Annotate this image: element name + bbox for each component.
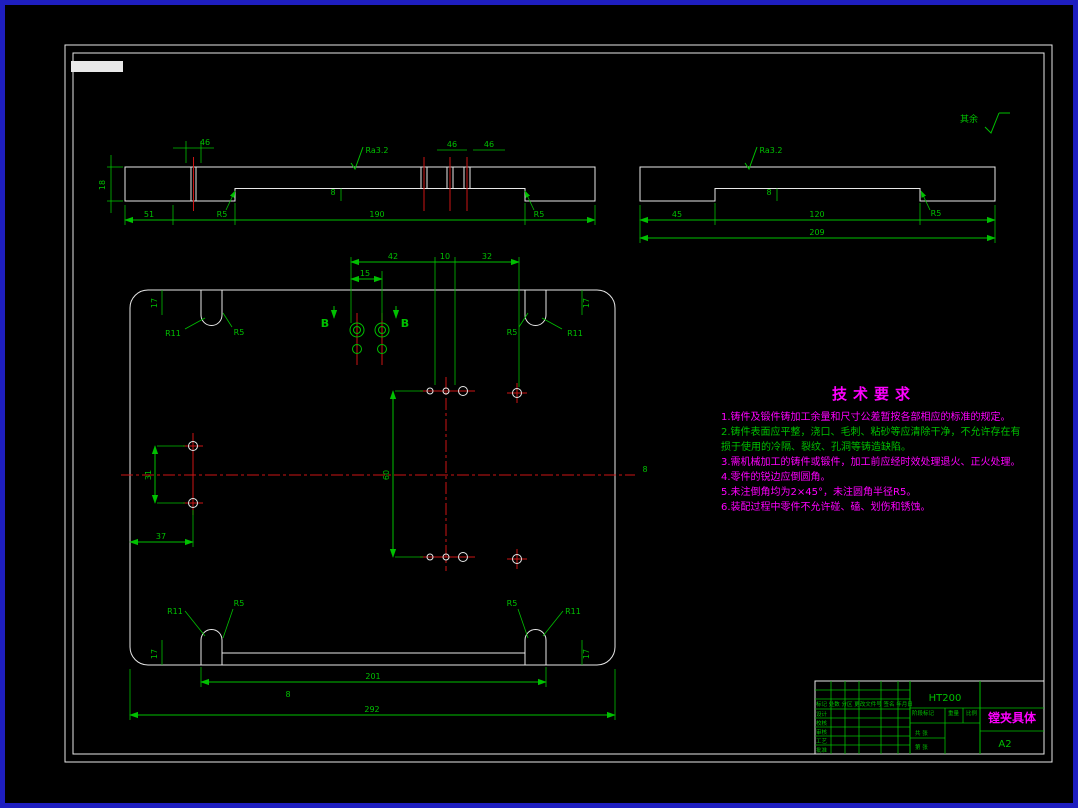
section-mark-label: B bbox=[321, 317, 329, 330]
corner-notch bbox=[200, 290, 223, 326]
sheet-size-label: A2 bbox=[998, 739, 1011, 750]
titleblock-cell-label: 阶段标记 bbox=[912, 709, 935, 717]
section-view-right: Ra3.2 8 45 120 R5 209 bbox=[639, 146, 996, 243]
sheet-corner-tag bbox=[71, 61, 123, 72]
dim-label: 51 bbox=[144, 210, 154, 219]
tech-requirement-item: 3.需机械加工的铸件或锻件，加工前应经时效处理退火、正火处理。 bbox=[721, 457, 1021, 468]
dim-label: 292 bbox=[364, 705, 379, 714]
tech-requirement-item: 5.未注倒角均为2×45°，未注圆角半径R5。 bbox=[721, 487, 917, 498]
plan-bottom-dims: 201 292 8 bbox=[129, 667, 616, 720]
titleblock-cell-label: 共 张 bbox=[915, 729, 928, 737]
corner-notch bbox=[524, 290, 547, 326]
surface-finish-icon bbox=[984, 112, 1010, 134]
roughness-icon bbox=[350, 146, 364, 171]
dim-label: 8 bbox=[330, 188, 335, 197]
dim-label: 10 bbox=[440, 252, 450, 261]
dim-label: 17 bbox=[150, 298, 159, 308]
radius-label: R11 bbox=[565, 607, 581, 616]
technical-requirements: 技术要求 1.铸件及锻件铸加工余量和尺寸公差暂按各部相应的标准的规定。 2.铸件… bbox=[721, 383, 1027, 515]
radius-label: R5 bbox=[234, 599, 245, 608]
dim-label: 201 bbox=[365, 672, 380, 681]
dim-label: 18 bbox=[98, 180, 107, 190]
titleblock-cell-label: 批准 bbox=[816, 746, 828, 754]
section-mark-label: B bbox=[401, 317, 409, 330]
dim-label: 17 bbox=[582, 649, 591, 659]
cad-sheet-viewer: 其余 46 46 46 Ra3.2 18 8 51 190 R5 R5 Ra3.… bbox=[0, 0, 1078, 808]
fillet-label: R5 bbox=[931, 209, 942, 218]
tech-requirement-item: 1.铸件及锻件铸加工余量和尺寸公差暂按各部相应的标准的规定。 bbox=[721, 412, 1011, 423]
radius-label: R11 bbox=[167, 607, 183, 616]
titleblock-cell-label: 校核 bbox=[816, 719, 828, 727]
surface-finish-note: 其余 bbox=[960, 112, 1010, 134]
fillet-label: R5 bbox=[534, 210, 545, 219]
dim-label: 190 bbox=[369, 210, 384, 219]
notch-depth-dims: 17 17 17 17 bbox=[150, 290, 591, 665]
tech-requirement-item: 4.零件的锐边应倒圆角。 bbox=[721, 472, 831, 483]
dim-label: 15 bbox=[360, 269, 370, 278]
dim-label: 17 bbox=[582, 298, 591, 308]
radius-label: R5 bbox=[234, 328, 245, 337]
section-view-left: 46 46 46 Ra3.2 18 8 51 190 R5 R5 bbox=[98, 138, 596, 225]
roughness-icon bbox=[744, 146, 758, 171]
roughness-label: Ra3.2 bbox=[365, 146, 388, 155]
dim-label: 46 bbox=[447, 140, 457, 149]
plan-mid-dims: 60 31 37 bbox=[129, 390, 423, 558]
dim-label: 8 bbox=[766, 188, 771, 197]
plan-outline bbox=[129, 289, 616, 666]
part-name: 镗夹具体 bbox=[988, 710, 1037, 725]
fillet-label: R5 bbox=[217, 210, 228, 219]
section-right-dims: Ra3.2 8 45 120 R5 209 bbox=[639, 146, 996, 243]
radius-label: R11 bbox=[165, 329, 181, 338]
dim-label: 46 bbox=[484, 140, 494, 149]
titleblock-cell-label: 第 张 bbox=[915, 743, 928, 751]
corner-notch bbox=[524, 629, 547, 665]
plan-view: B B R11 R5 R5 R11 R11 R5 R5 R11 17 17 17… bbox=[121, 252, 648, 720]
surface-note-label: 其余 bbox=[960, 113, 978, 125]
plan-top-dims: 42 10 32 15 bbox=[350, 252, 520, 387]
titleblock-cell-label: 重量 bbox=[948, 709, 960, 717]
dim-label: 32 bbox=[482, 252, 492, 261]
dim-label: 45 bbox=[672, 210, 682, 219]
titleblock-cell-label: 工艺 bbox=[816, 738, 828, 745]
tech-requirement-item: 6.装配过程中零件不允许碰、磕、划伤和锈蚀。 bbox=[721, 502, 931, 513]
tech-requirement-item: 2.铸件表面应平整，浇口、毛刺、粘砂等应清除干净，不允许存在有损于使用的冷隔、裂… bbox=[721, 427, 1021, 453]
dim-label: 8 bbox=[642, 465, 647, 474]
dim-label: 8 bbox=[285, 690, 290, 699]
titleblock-cell-label: 标记 处数 分区 更改文件号 签名 年月日 bbox=[816, 700, 913, 708]
radius-label: R11 bbox=[567, 329, 583, 338]
counterbore-holes bbox=[349, 322, 390, 354]
dim-label: 42 bbox=[388, 252, 398, 261]
dim-label: 46 bbox=[200, 138, 210, 147]
dim-label: 37 bbox=[156, 532, 166, 541]
roughness-label: Ra3.2 bbox=[759, 146, 782, 155]
titleblock-cell-label: 比例 bbox=[966, 709, 978, 717]
section-right-profile bbox=[639, 166, 996, 202]
titleblock-cell-label: 设计 bbox=[816, 710, 828, 718]
radius-label: R5 bbox=[507, 599, 518, 608]
tech-requirements-title: 技术要求 bbox=[831, 385, 916, 403]
title-block: HT200 镗夹具体 A2 标记 处数 分区 更改文件号 签名 年月日 设计 校… bbox=[814, 680, 1045, 755]
section-mark-b: B B bbox=[321, 306, 409, 330]
radius-label: R5 bbox=[507, 328, 518, 337]
section-left-dims: 46 46 46 Ra3.2 18 8 51 190 R5 R5 bbox=[98, 138, 596, 225]
dim-label: 209 bbox=[809, 228, 824, 237]
dim-label: 120 bbox=[809, 210, 824, 219]
dim-label: 17 bbox=[150, 649, 159, 659]
dim-label: 60 bbox=[382, 470, 391, 480]
dim-label: 31 bbox=[144, 470, 153, 480]
titleblock-cell-label: 审核 bbox=[816, 728, 828, 736]
material-label: HT200 bbox=[929, 693, 962, 704]
